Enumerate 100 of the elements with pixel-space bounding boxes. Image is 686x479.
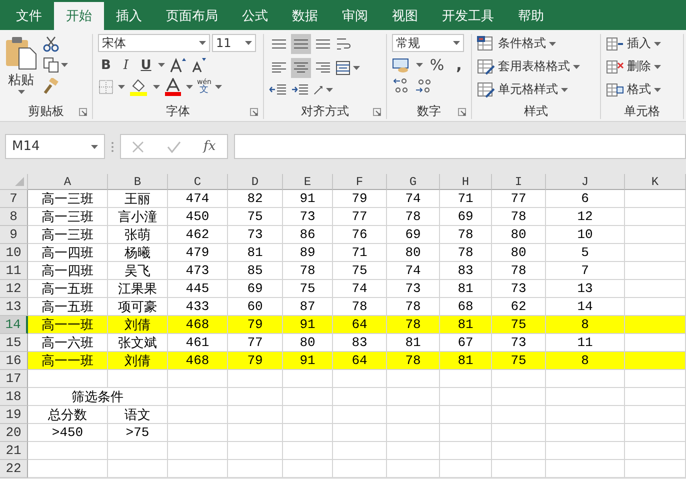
middle-align-button[interactable]: [291, 34, 311, 54]
table-cell: 筛选条件: [28, 388, 168, 406]
column-header[interactable]: E: [283, 174, 333, 190]
decrease-indent-icon[interactable]: [269, 83, 287, 97]
group-label: 数字: [417, 102, 441, 120]
increase-font-size-icon[interactable]: [169, 57, 187, 73]
ribbon-tab[interactable]: 数据: [280, 2, 330, 30]
format-cells-button[interactable]: 格式: [606, 80, 661, 99]
increase-decimal-icon[interactable]: [392, 78, 410, 94]
font-color-icon[interactable]: [164, 78, 182, 96]
ribbon-tab[interactable]: 插入: [104, 2, 154, 30]
row-header[interactable]: 8: [0, 208, 28, 226]
dialog-launcher-icon[interactable]: [79, 108, 87, 116]
row-header[interactable]: 22: [0, 460, 28, 478]
decrease-font-size-icon[interactable]: [191, 57, 207, 73]
ribbon-tab[interactable]: 公式: [230, 2, 280, 30]
conditional-formatting-button[interactable]: 条件格式: [477, 34, 580, 53]
table-cell: 91: [283, 190, 333, 208]
row-header[interactable]: 19: [0, 406, 28, 424]
column-header[interactable]: A: [28, 174, 108, 190]
row-header[interactable]: 18: [0, 388, 28, 406]
insert-function-button[interactable]: fx: [204, 139, 216, 154]
table-cell: 吴飞: [108, 262, 168, 280]
ribbon-tab[interactable]: 文件: [4, 2, 54, 30]
comma-style-button[interactable]: ,: [451, 56, 467, 74]
table-cell: 80: [492, 244, 546, 262]
row-header[interactable]: 10: [0, 244, 28, 262]
table-cell: 82: [228, 190, 283, 208]
number-format-dropdown[interactable]: 常规: [392, 34, 464, 52]
table-cell: [283, 442, 333, 460]
increase-indent-icon[interactable]: [291, 83, 309, 97]
column-header[interactable]: D: [228, 174, 283, 190]
caret-icon: [654, 64, 661, 68]
paste-button[interactable]: 粘贴: [5, 34, 37, 94]
font-size-dropdown[interactable]: 11: [212, 34, 256, 52]
row-header[interactable]: 12: [0, 280, 28, 298]
insert-cells-button[interactable]: 插入: [606, 34, 661, 53]
table-cell: [492, 442, 546, 460]
row-header[interactable]: 7: [0, 190, 28, 208]
table-cell: 73: [228, 226, 283, 244]
column-header[interactable]: J: [546, 174, 625, 190]
row-header[interactable]: 17: [0, 370, 28, 388]
merge-cells-icon[interactable]: [335, 60, 351, 76]
row-header[interactable]: 15: [0, 334, 28, 352]
format-as-table-button[interactable]: 套用表格格式: [477, 57, 580, 76]
table-cell: 75: [228, 208, 283, 226]
ribbon-tab[interactable]: 开发工具: [430, 2, 506, 30]
table-cell: >450: [28, 424, 108, 442]
bold-button[interactable]: B: [98, 56, 114, 74]
center-align-button[interactable]: [291, 58, 311, 78]
font-name-dropdown[interactable]: 宋体: [98, 34, 210, 52]
column-header[interactable]: I: [492, 174, 546, 190]
formula-input[interactable]: [234, 134, 686, 159]
checkmark-icon[interactable]: [166, 140, 181, 152]
caret-icon: [453, 41, 460, 45]
column-header[interactable]: H: [440, 174, 492, 190]
caret-icon: [326, 88, 333, 92]
row-header[interactable]: 11: [0, 262, 28, 280]
table-cell: 78: [387, 316, 440, 334]
column-header[interactable]: F: [333, 174, 387, 190]
italic-button[interactable]: I: [118, 56, 134, 74]
scissors-icon[interactable]: [43, 36, 59, 52]
dialog-launcher-icon[interactable]: [373, 108, 381, 116]
ribbon-tab[interactable]: 帮助: [506, 2, 556, 30]
name-box[interactable]: M14: [5, 134, 105, 159]
column-header[interactable]: K: [625, 174, 686, 190]
decrease-decimal-icon[interactable]: [414, 78, 432, 94]
row-header[interactable]: 21: [0, 442, 28, 460]
align-lines-icon: [271, 61, 287, 75]
table-cell: [228, 388, 283, 406]
borders-icon[interactable]: [98, 79, 114, 95]
row-header[interactable]: 14: [0, 316, 28, 334]
fill-color-icon[interactable]: [129, 78, 149, 96]
delete-cells-button[interactable]: 删除: [606, 57, 661, 76]
dialog-launcher-icon[interactable]: [458, 108, 466, 116]
dialog-launcher-icon[interactable]: [250, 108, 258, 116]
column-header[interactable]: G: [387, 174, 440, 190]
ribbon-tab[interactable]: 页面布局: [154, 2, 230, 30]
row-header[interactable]: 16: [0, 352, 28, 370]
cells-grid-icon: [606, 82, 624, 98]
table-cell: 刘倩: [108, 352, 168, 370]
caret-icon: [416, 63, 423, 67]
table-cell: 77: [333, 208, 387, 226]
table-cell: 高一四班: [28, 244, 108, 262]
cell-styles-button[interactable]: 单元格样式: [477, 80, 580, 99]
table-cell: [625, 370, 686, 388]
row-header[interactable]: 9: [0, 226, 28, 244]
ribbon-tab[interactable]: 开始: [54, 2, 104, 30]
table-cell: 69: [387, 226, 440, 244]
ribbon-tab[interactable]: 审阅: [330, 2, 380, 30]
copy-icon[interactable]: [43, 57, 59, 73]
row-header[interactable]: 20: [0, 424, 28, 442]
align-lines-icon: [315, 61, 331, 75]
text-wrap-icon[interactable]: [335, 36, 351, 52]
row-header[interactable]: 13: [0, 298, 28, 316]
ribbon-tab[interactable]: 视图: [380, 2, 430, 30]
column-header[interactable]: C: [168, 174, 228, 190]
column-header[interactable]: B: [108, 174, 168, 190]
percent-button[interactable]: %: [427, 56, 447, 74]
underline-button[interactable]: U: [138, 56, 154, 74]
